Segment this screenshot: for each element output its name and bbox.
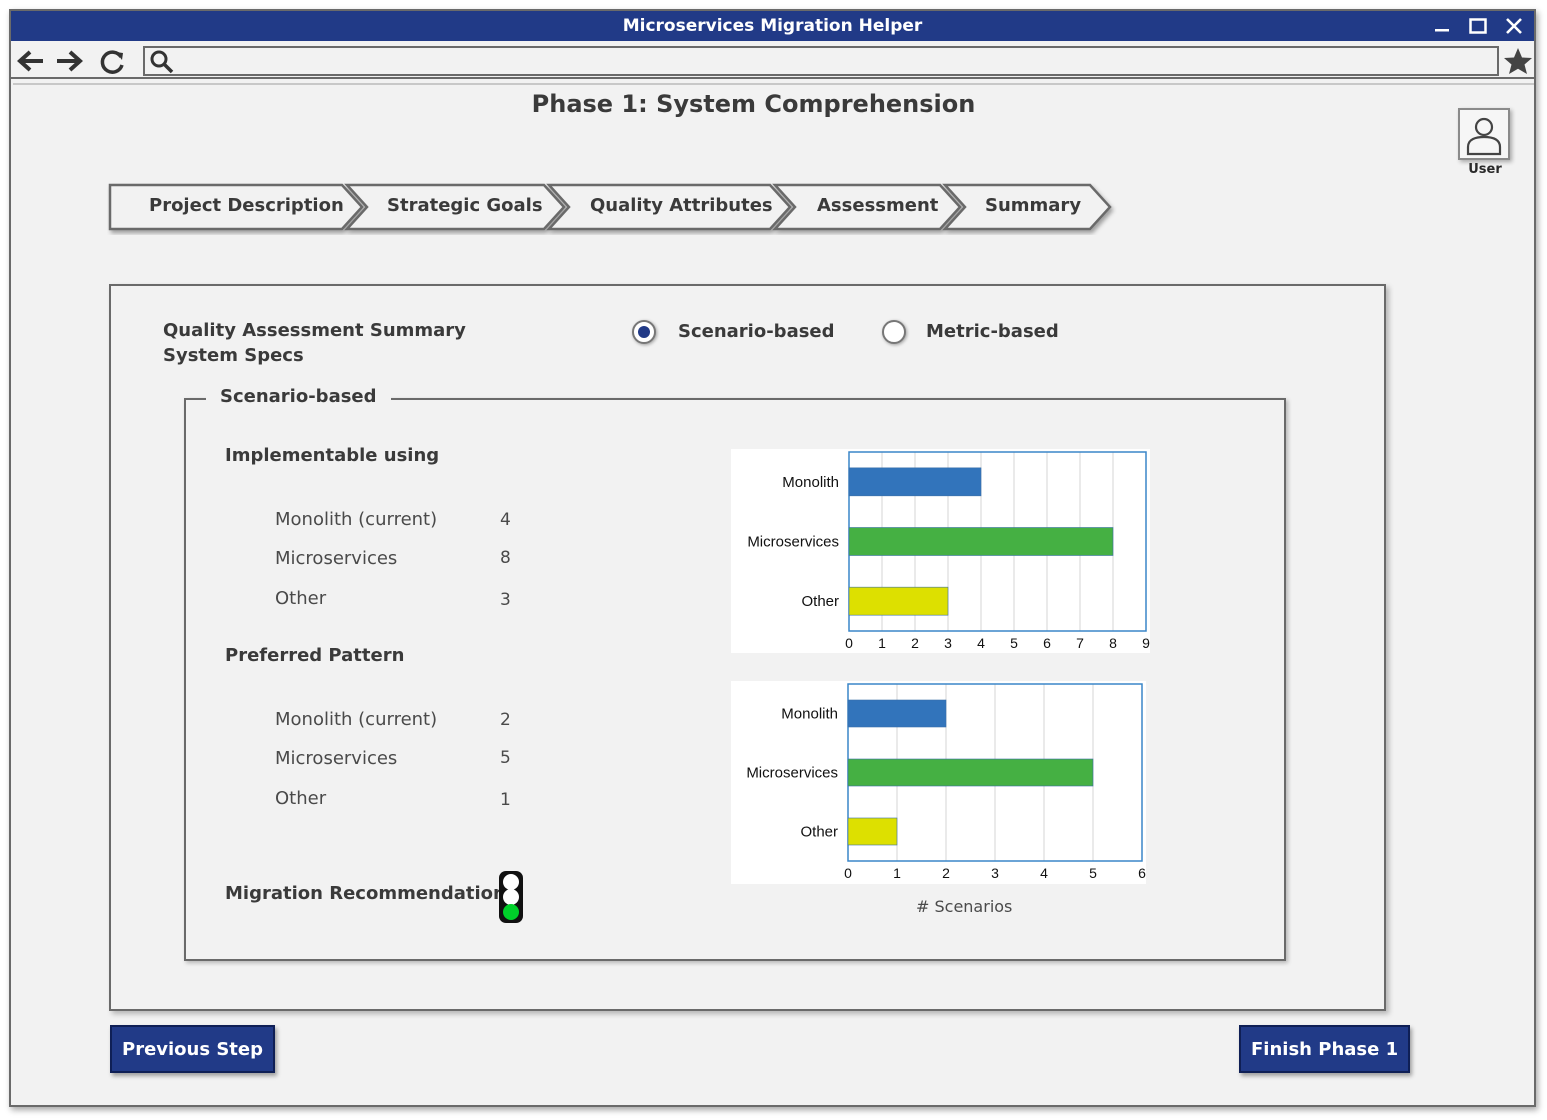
close-icon[interactable]: [1503, 15, 1525, 37]
preferred-chart: Monolith Microservices Other 0 1 2 3 4 5 6: [731, 681, 1146, 884]
implementable-chart-bar-monolith: [848, 467, 982, 497]
title-bar: Microservices Migration Helper: [11, 11, 1534, 41]
preferred-value-other: 1: [500, 790, 511, 810]
traffic-lamp-top: [503, 874, 519, 890]
window-title: Microservices Migration Helper: [622, 16, 923, 36]
implementable-heading: Implementable using: [225, 445, 440, 466]
step-quality-attributes[interactable]: Quality Attributes: [590, 195, 773, 216]
radio-metric-based[interactable]: [882, 320, 906, 344]
user-icon: [1466, 117, 1502, 156]
finish-phase-button[interactable]: Finish Phase 1: [1239, 1025, 1411, 1073]
preferred-chart-tick-label: 5: [1089, 865, 1097, 881]
previous-step-button[interactable]: Previous Step: [110, 1025, 276, 1073]
preferred-chart-tick-label: 4: [1040, 865, 1048, 881]
implementable-label-monolith: Monolith (current): [275, 509, 438, 530]
implementable-chart-bar-other: [848, 586, 949, 616]
implementable-chart-tick-label: 1: [878, 635, 886, 651]
step-summary[interactable]: Summary: [985, 195, 1081, 216]
implementable-chart-tick-label: 6: [1043, 635, 1051, 651]
minimize-icon[interactable]: [1431, 15, 1453, 37]
implementable-value-monolith: 4: [500, 510, 511, 530]
preferred-chart-category-label: Microservices: [746, 765, 838, 782]
traffic-lamp-green: [503, 904, 519, 920]
refresh-icon[interactable]: [95, 46, 129, 76]
summary-heading: Quality Assessment Summary: [163, 320, 466, 341]
step-strategic-goals[interactable]: Strategic Goals: [387, 195, 543, 216]
preferred-chart-bar-monolith: [847, 699, 947, 728]
radio-label-scenario-based[interactable]: Scenario-based: [678, 321, 835, 342]
radio-scenario-based[interactable]: [632, 320, 656, 344]
search-icon: [150, 50, 174, 74]
user-avatar[interactable]: [1458, 108, 1510, 160]
chart-x-axis-label: # Scenarios: [916, 897, 1013, 916]
implementable-chart-category-label: Monolith: [782, 474, 839, 491]
back-arrow-icon[interactable]: [13, 46, 47, 76]
traffic-lamp-middle: [503, 889, 519, 905]
implementable-chart-category-label: Microservices: [747, 534, 839, 551]
preferred-label-other: Other: [275, 788, 327, 809]
implementable-chart: Monolith Microservices Other 0 1 2 3 4 5 6 7 8 9: [731, 449, 1150, 653]
implementable-chart-tick-label: 3: [944, 635, 952, 651]
preferred-chart-bar-microservices: [847, 758, 1094, 787]
implementable-chart-tick-label: 7: [1076, 635, 1084, 651]
radio-label-metric-based[interactable]: Metric-based: [926, 321, 1059, 342]
implementable-chart-tick-label: 0: [845, 635, 853, 651]
implementable-chart-bar-microservices: [848, 527, 1114, 556]
user-label: User: [1468, 162, 1502, 177]
preferred-chart-tick-label: 0: [844, 865, 852, 881]
migration-recommendation-label: Migration Recommendation:: [225, 883, 514, 904]
preferred-chart-tick-label: 6: [1138, 865, 1146, 881]
preferred-chart-tick-label: 1: [893, 865, 901, 881]
summary-subheading: System Specs: [163, 345, 304, 366]
implementable-label-microservices: Microservices: [275, 548, 398, 569]
maximize-icon[interactable]: [1467, 15, 1489, 37]
user-profile[interactable]: User: [1458, 108, 1512, 177]
forward-arrow-icon[interactable]: [53, 46, 87, 76]
implementable-chart-tick-label: 4: [977, 635, 985, 651]
preferred-value-microservices: 5: [500, 748, 511, 768]
step-breadcrumb: Project Description Strategic Goals Qual…: [107, 183, 1117, 235]
preferred-chart-category-label: Monolith: [781, 706, 838, 723]
traffic-light-icon: [499, 871, 523, 923]
preferred-chart-tick-label: 2: [942, 865, 950, 881]
step-assessment[interactable]: Assessment: [817, 195, 938, 216]
implementable-chart-tick-label: 5: [1010, 635, 1018, 651]
scenario-group-title: Scenario-based: [206, 386, 391, 407]
preferred-chart-category-label: Other: [800, 824, 838, 841]
step-project-description[interactable]: Project Description: [149, 195, 344, 216]
radio-selected-dot: [638, 326, 650, 338]
preferred-label-microservices: Microservices: [275, 748, 398, 769]
implementable-chart-tick-label: 8: [1109, 635, 1117, 651]
preferred-chart-svg: Monolith Microservices Other 0 1 2 3 4 5 6: [746, 683, 1146, 881]
implementable-chart-tick-label: 2: [911, 635, 919, 651]
url-input[interactable]: [143, 46, 1499, 76]
implementable-label-other: Other: [275, 588, 327, 609]
implementable-chart-category-label: Other: [801, 593, 839, 610]
page-title: Phase 1: System Comprehension: [531, 90, 976, 118]
preferred-heading: Preferred Pattern: [225, 645, 405, 666]
implementable-chart-svg: Monolith Microservices Other 0 1 2 3 4 5 6 7 8 9: [747, 451, 1150, 651]
implementable-value-other: 3: [500, 590, 511, 610]
preferred-label-monolith: Monolith (current): [275, 709, 438, 730]
address-bar: [11, 43, 1534, 79]
preferred-chart-tick-label: 3: [991, 865, 999, 881]
bookmark-star-icon[interactable]: [1501, 45, 1535, 77]
preferred-value-monolith: 2: [500, 710, 511, 730]
implementable-chart-tick-label: 9: [1142, 635, 1150, 651]
preferred-chart-bar-other: [847, 817, 898, 846]
implementable-value-microservices: 8: [500, 548, 511, 568]
